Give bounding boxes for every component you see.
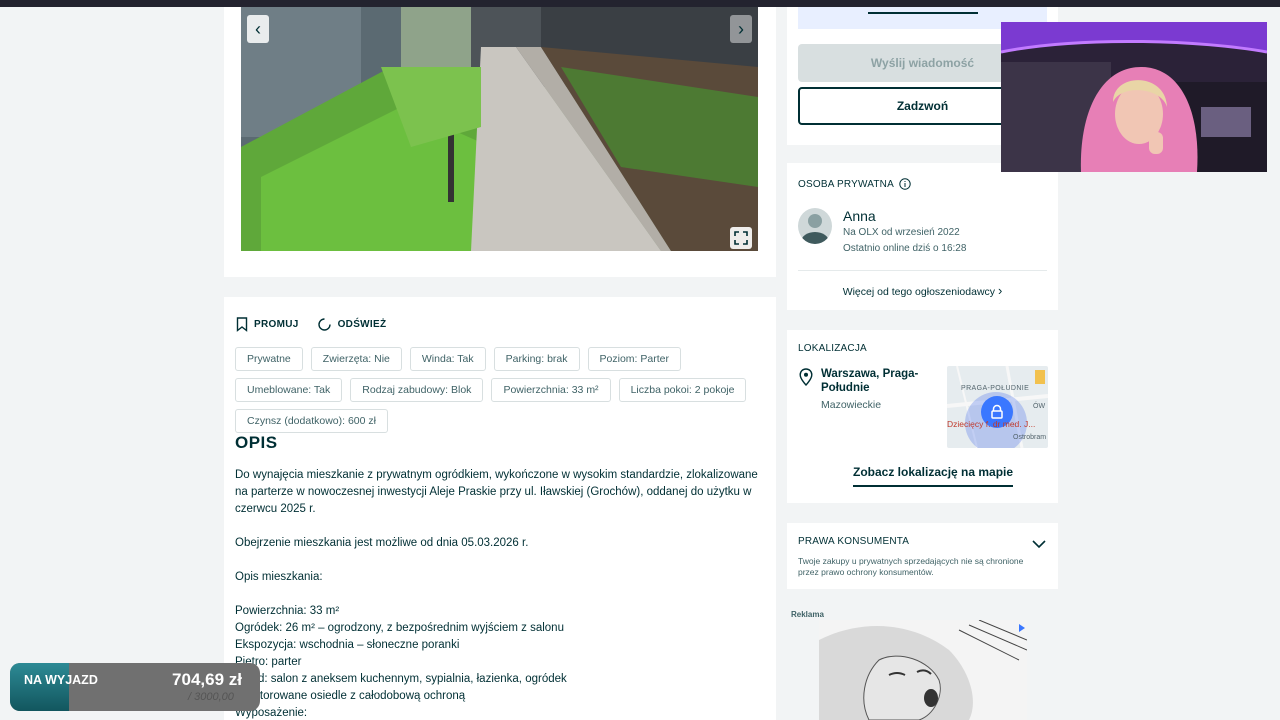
- consumer-rights-title: PRAWA KONSUMENTA: [798, 536, 910, 547]
- map-corner-label: ÓW: [1033, 403, 1046, 410]
- description-line: Układ: salon z aneksem kuchennym, sypial…: [235, 673, 567, 685]
- page-margin: [0, 7, 10, 720]
- location-region: Mazowieckie: [821, 399, 882, 411]
- parameter-tag: Liczba pokoi: 2 pokoje: [618, 378, 747, 402]
- seller-last-online: Ostatnio online dziś o 16:28: [843, 243, 967, 254]
- advertisement[interactable]: [819, 620, 1027, 720]
- consumer-rights-card[interactable]: PRAWA KONSUMENTA Twoje zakupy u prywatny…: [787, 523, 1058, 589]
- refresh-icon: [317, 318, 331, 331]
- window-top-bar: [0, 0, 1280, 7]
- parameter-tag: Poziom: Parter: [587, 347, 681, 371]
- description-line: Ogródek: 26 m² – ogrodzony, z bezpośredn…: [235, 622, 564, 634]
- lock-icon: [991, 404, 1003, 419]
- location-section-title: LOKALIZACJA: [798, 343, 867, 354]
- chevron-left-icon: ‹: [255, 18, 261, 39]
- listing-photo[interactable]: ‹ ›: [241, 7, 758, 251]
- description-paragraph: Obejrzenie mieszkania jest możliwe od dn…: [235, 537, 529, 549]
- description-paragraph: Do wynajęcia mieszkanie z prywatnym ogró…: [235, 469, 758, 515]
- description-line: Wyposażenie:: [235, 707, 308, 719]
- divider: [798, 270, 1047, 271]
- fullscreen-button[interactable]: [730, 227, 752, 249]
- parameter-tag: Parking: brak: [493, 347, 580, 371]
- description-paragraph: Opis mieszkania:: [235, 571, 323, 583]
- next-photo-button[interactable]: ›: [730, 15, 752, 43]
- parameter-tag: Czynsz (dodatkowo): 600 zł: [235, 409, 388, 433]
- parameter-tag: Umeblowane: Tak: [235, 378, 343, 402]
- description-line: Piętro: parter: [235, 656, 302, 668]
- previous-photo-button[interactable]: ‹: [247, 15, 269, 43]
- location-city: Warszawa, Praga-Południe: [821, 368, 919, 394]
- parameter-tag: Zwierzęta: Nie: [310, 347, 402, 371]
- goal-label: NA WYJAZD: [24, 673, 98, 687]
- seller-more-ads-link[interactable]: Więcej od tego ogłoszeniodawcy ›: [787, 283, 1058, 298]
- description-line: Powierzchnia: 33 m²: [235, 605, 340, 617]
- listing-actions: PROMUJ ODŚWIEŻ: [236, 317, 386, 332]
- parameter-tags: Prywatne Zwierzęta: Nie Winda: Tak Parki…: [235, 347, 765, 433]
- seller-member-since: Na OLX od wrzesień 2022: [843, 227, 960, 238]
- description-line: Ekspozycja: wschodnia – słoneczne porank…: [235, 639, 460, 651]
- promote-button[interactable]: PROMUJ: [236, 317, 299, 332]
- promote-label: PROMUJ: [254, 319, 299, 330]
- parameter-tag: Winda: Tak: [409, 347, 486, 371]
- goal-amount: 704,69 zł: [172, 670, 242, 689]
- bookmark-icon: [236, 317, 248, 332]
- goal-target: / 3000,00: [188, 691, 234, 703]
- gallery-card: ‹ ›: [224, 7, 776, 277]
- seller-card: OSOBA PRYWATNA Anna Na OLX od wrzesień 2…: [787, 163, 1058, 310]
- parameter-tag: Rodzaj zabudowy: Blok: [350, 378, 484, 402]
- webcam-overlay: [1001, 22, 1267, 172]
- chevron-down-icon[interactable]: [1031, 538, 1047, 550]
- goal-progress-fill: [10, 663, 69, 711]
- seller-section-label: OSOBA PRYWATNA: [798, 178, 911, 190]
- parameter-tag: Prywatne: [235, 347, 303, 371]
- location-pin-icon: [799, 368, 813, 386]
- consumer-rights-text: Twoje zakupy u prywatnych sprzedających …: [798, 556, 1024, 577]
- seller-name: Anna: [843, 208, 876, 224]
- seller-section-title: OSOBA PRYWATNA: [798, 178, 894, 190]
- refresh-label: ODŚWIEŻ: [337, 319, 387, 330]
- chevron-right-icon: ›: [738, 18, 744, 39]
- description-line: Monitorowane osiedle z całodobową ochron…: [235, 690, 466, 702]
- map-thumbnail[interactable]: PRAGA-POŁUDNIE Dziecięcy f. dr med. J...…: [947, 366, 1048, 448]
- avatar[interactable]: [798, 208, 832, 244]
- ad-label: Reklama: [791, 610, 824, 619]
- expand-icon: [734, 231, 748, 245]
- listing-details-card: PROMUJ ODŚWIEŻ Prywatne Zwierzęta: Nie W…: [224, 297, 776, 720]
- refresh-button[interactable]: ODŚWIEŻ: [317, 317, 387, 332]
- map-place-label: Dziecięcy f. dr med. J...: [947, 419, 1036, 429]
- chevron-right-icon: ›: [997, 283, 1003, 298]
- location-card: LOKALIZACJA Warszawa, Praga-Południe Maz…: [787, 330, 1058, 503]
- donation-goal-widget: NA WYJAZD 704,69 zł / 3000,00: [10, 663, 260, 711]
- seller-more-ads-label: Więcej od tego ogłoszeniodawcy: [842, 286, 996, 298]
- parameter-tag: Powierzchnia: 33 m²: [491, 378, 611, 402]
- description-text: Do wynajęcia mieszkanie z prywatnym ogró…: [235, 467, 765, 720]
- info-icon[interactable]: [899, 178, 911, 190]
- see-on-map-link[interactable]: Zobacz lokalizację na mapie: [853, 465, 1014, 487]
- description-title: OPIS: [235, 433, 278, 452]
- map-district-label: PRAGA-POŁUDNIE: [961, 385, 1030, 392]
- map-street-label: Ostrobram: [1013, 434, 1047, 441]
